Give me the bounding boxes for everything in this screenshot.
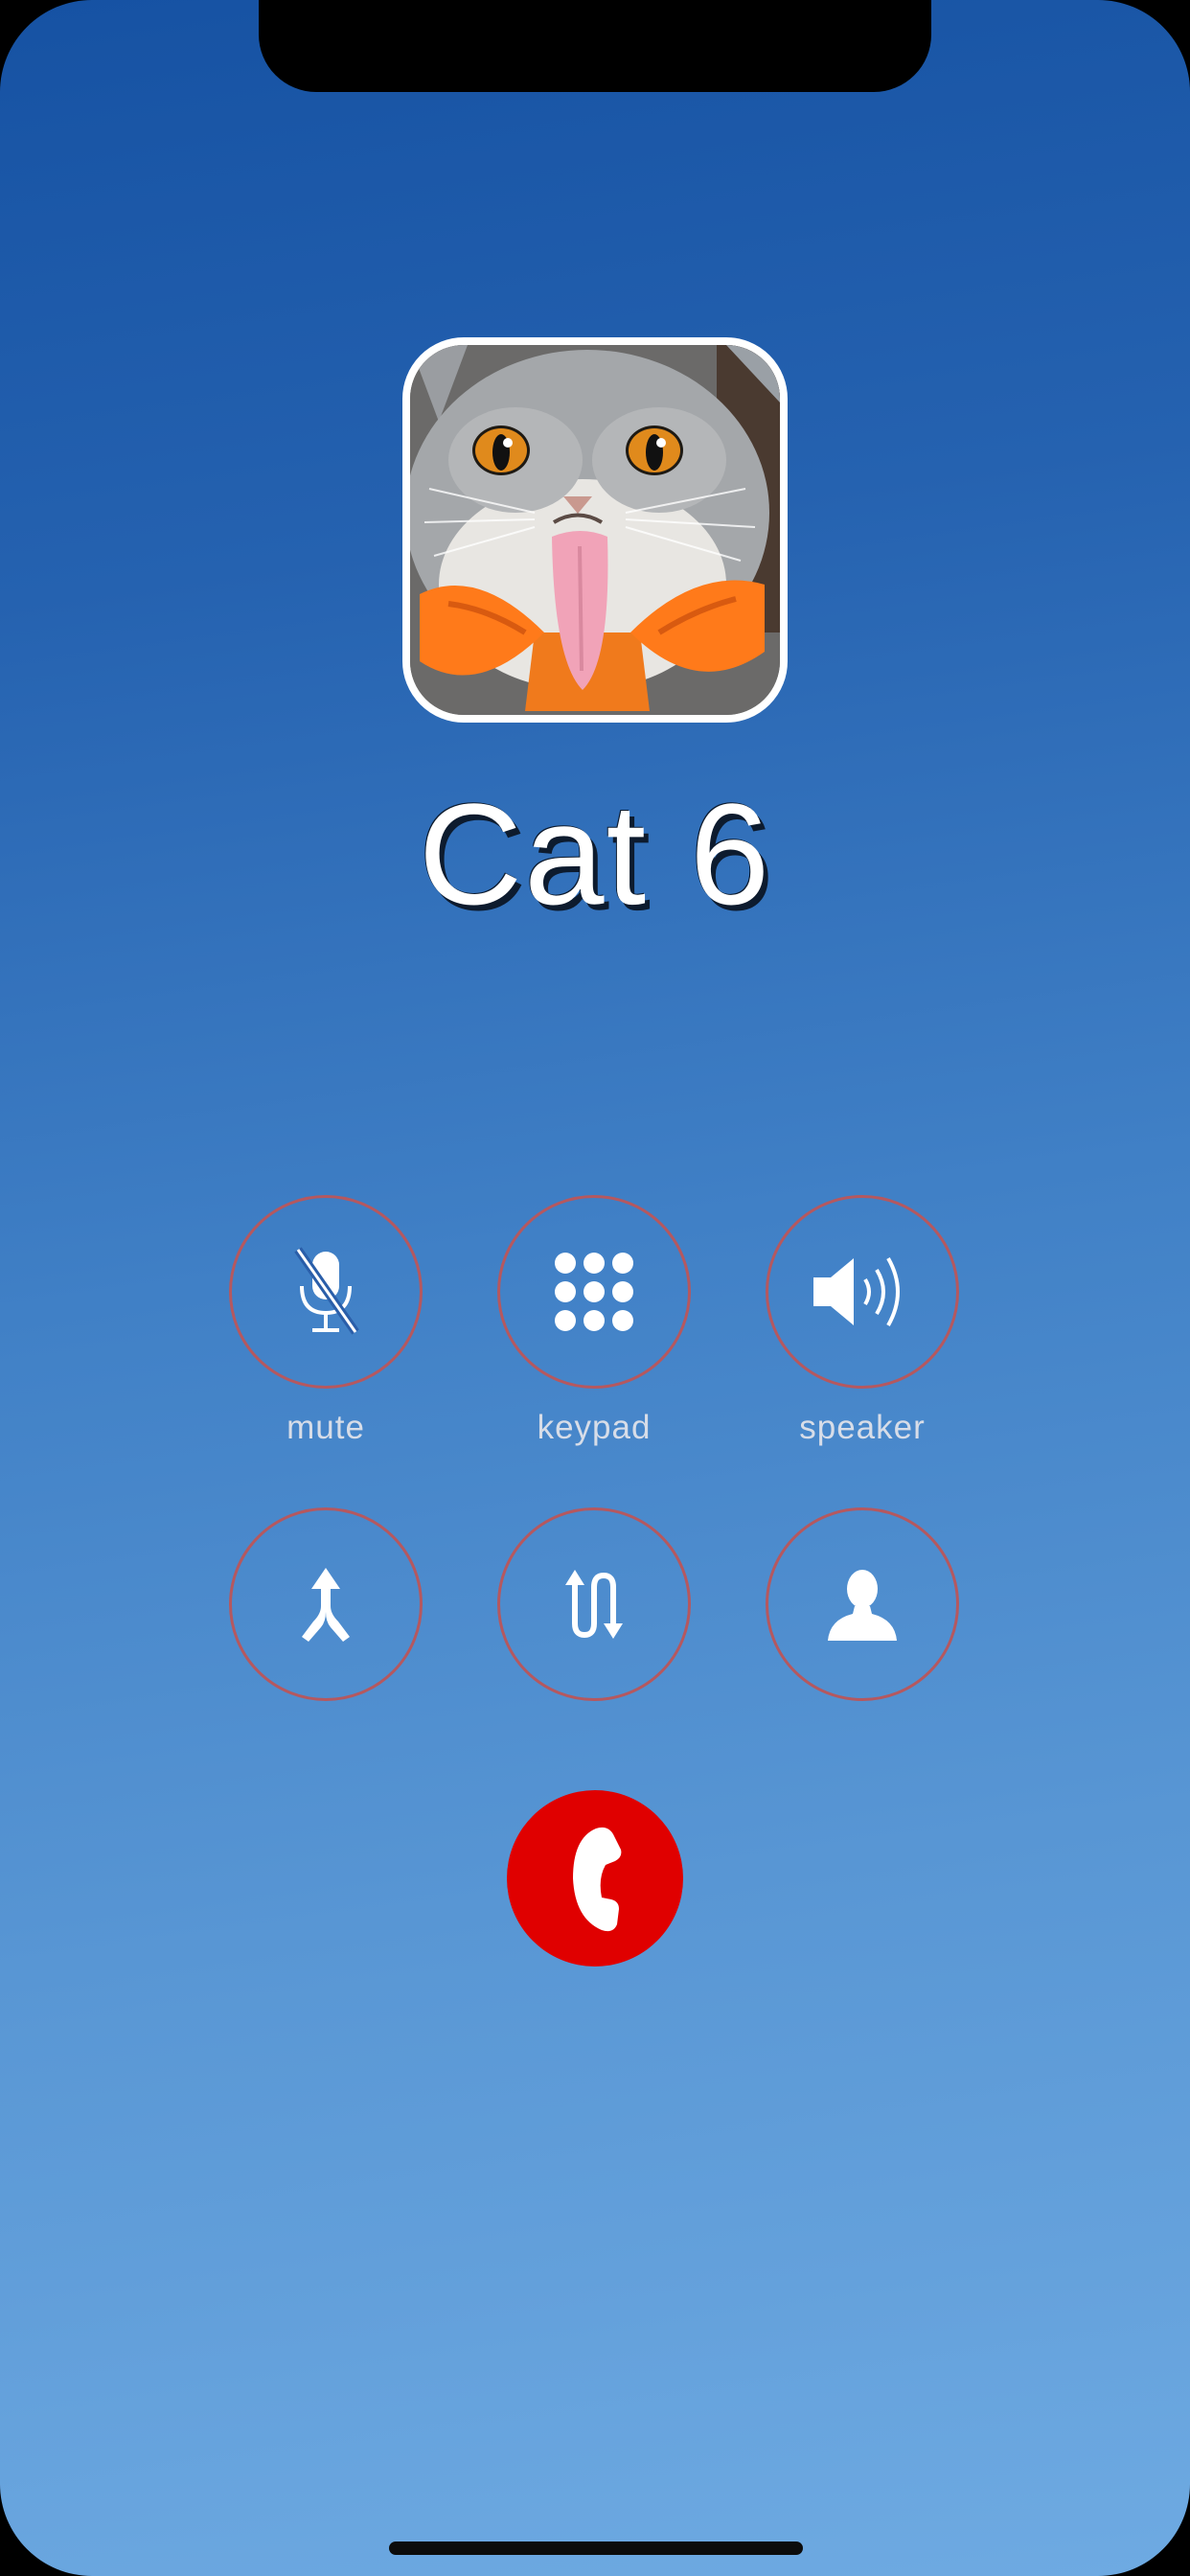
merge-calls-button[interactable] <box>229 1507 423 1701</box>
device-notch <box>259 0 931 92</box>
microphone-slash-icon <box>294 1247 359 1335</box>
keypad-button[interactable] <box>497 1195 691 1389</box>
mute-label: mute <box>286 1409 365 1446</box>
contact-person-icon <box>828 1570 897 1641</box>
call-screen: Cat 6 mute keypad speaker <box>0 0 1190 2576</box>
home-indicator[interactable] <box>389 2542 803 2555</box>
end-call-button[interactable] <box>507 1790 683 1966</box>
caller-name: Cat 6 <box>418 773 772 934</box>
speaker-icon <box>813 1257 900 1326</box>
mute-button[interactable] <box>229 1195 423 1389</box>
speaker-button[interactable] <box>766 1195 959 1389</box>
merge-calls-icon <box>302 1568 350 1642</box>
caller-avatar <box>402 337 788 723</box>
cat-photo <box>410 345 780 715</box>
phone-handset-icon <box>573 1827 622 1932</box>
swap-calls-icon <box>565 1570 623 1639</box>
keypad-label: keypad <box>537 1409 652 1446</box>
keypad-grid-icon <box>555 1253 633 1331</box>
swap-calls-button[interactable] <box>497 1507 691 1701</box>
contacts-button[interactable] <box>766 1507 959 1701</box>
speaker-label: speaker <box>799 1409 926 1446</box>
